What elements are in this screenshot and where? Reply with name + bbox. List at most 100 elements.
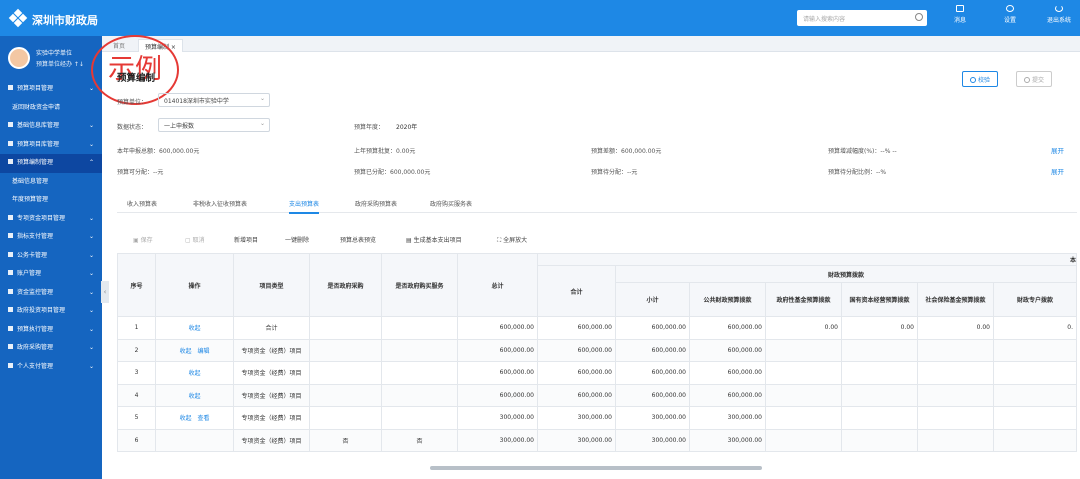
user-role[interactable]: 预算单位经办 ↑↓ [36,59,84,68]
sidebar-item-8[interactable]: 指标支付管理 ⌄ [0,228,102,247]
message-button[interactable]: 消息 [945,5,975,24]
cell-gs [381,383,458,407]
cell-gp [309,406,382,430]
cell-public: 600,000.00 [689,361,766,385]
cell-type: 专项资金（经费）项目 [233,338,310,362]
cell-total: 600,000.00 [457,361,538,385]
cell-seq: 4 [117,383,156,407]
check-icon [970,77,976,83]
row-action-link[interactable]: 查看 [198,415,210,422]
unit-select[interactable]: 014018深圳市实验中学 ⌄ [158,93,270,107]
message-icon [956,5,964,12]
horizontal-scrollbar[interactable] [430,466,762,470]
preview-button[interactable]: 预算总表预览 [340,235,376,244]
cell-total: 300,000.00 [457,406,538,430]
avatar [8,47,30,69]
summary-change-rate: 预算增减幅度(%)：--% -- [828,148,897,155]
settings-button[interactable]: 设置 [995,5,1025,24]
table-row: 3 收起 专项资金（经费）项目 600,000.00 600,000.00 600,000… [117,361,1077,385]
logo-icon [8,8,28,28]
submit-button[interactable]: 提交 [1016,71,1053,87]
save-button[interactable]: ▣ 保存 [133,235,153,244]
budget-subtabs: 收入预算表 非税收入征收预算表 支出预算表 政府采购预算表 政府购买服务表 [117,196,1077,214]
sidebar-item-label: 个人支付管理 [17,362,54,370]
header-gov-service: 是否政府购买服务 [381,253,458,317]
sidebar-item-label: 返回财政资金申请 [12,103,61,111]
cell-social [917,338,994,362]
person-icon [8,362,13,368]
cell-sum: 600,000.00 [537,361,616,385]
fullscreen-button[interactable]: ⛶ 全屏放大 [497,235,527,245]
cell-ops: 收起 编辑 [155,338,234,362]
header-state-capital: 国有资本经营预算拨款 [841,282,918,317]
sidebar-item-6[interactable]: 年度预算管理 [0,191,102,210]
subtab-service[interactable]: 政府购买服务表 [430,199,472,208]
sidebar-item-label: 预算项目库管理 [17,140,60,148]
sidebar-item-9[interactable]: 公务卡管理 ⌄ [0,247,102,266]
sidebar-item-2[interactable]: 基础信息库管理 ⌄ [0,117,102,136]
logout-button[interactable]: 退出系统 [1044,5,1074,24]
document-icon: ▤ [406,237,414,244]
header-fund: 政府性基金预算拨款 [765,282,842,317]
search-icon[interactable] [915,13,923,21]
database-icon [8,122,13,127]
cell-total: 600,000.00 [457,316,538,340]
user-panel[interactable]: 实验中学单位 预算单位经办 ↑↓ [0,36,102,80]
row-action-link[interactable]: 收起 [188,393,200,400]
expand-link[interactable]: 展开 [1051,145,1064,155]
delete-all-button[interactable]: 一键删除 [285,235,309,244]
sidebar-item-15[interactable]: 个人支付管理 ⌄ [0,358,102,377]
cell-state: 0.00 [841,316,918,340]
search-placeholder: 请输入搜索内容 [803,16,846,23]
sidebar-collapse-button[interactable]: ‹ [101,281,109,303]
chevron-icon: ⌄ [88,251,94,259]
subtab-procurement[interactable]: 政府采购预算表 [355,199,397,208]
app-title: 深圳市财政局 [32,14,98,27]
cell-fund [765,406,842,430]
row-action-link[interactable]: 收起 [179,348,191,355]
edit-icon [8,159,13,164]
sidebar-item-11[interactable]: 资金监控管理 ⌄ [0,284,102,303]
subtab-expense[interactable]: 支出预算表 [289,199,320,214]
sidebar-item-4[interactable]: 预算编制管理 ⌃ [0,154,102,173]
cell-gs [381,338,458,362]
cell-social [917,406,994,430]
sidebar-item-1[interactable]: 返回财政资金申请 [0,99,102,118]
check-button[interactable]: 校验 [962,71,999,87]
search-input[interactable]: 请输入搜索内容 [797,10,927,26]
cell-state [841,383,918,407]
header-special: 财政专户拨款 [993,282,1077,317]
sidebar-item-10[interactable]: 账户管理 ⌄ [0,265,102,284]
sidebar-item-label: 预算编制管理 [17,159,54,166]
sidebar-item-label: 政府投资项目管理 [17,307,66,314]
header-social: 社会保险基金预算拨款 [917,282,994,317]
subtab-income[interactable]: 收入预算表 [127,199,157,208]
add-project-button[interactable]: 新增项目 [234,235,258,244]
cell-state [841,338,918,362]
sidebar-item-3[interactable]: 预算项目库管理 ⌄ [0,136,102,155]
settings-icon [1006,5,1014,12]
pin-icon [8,233,13,238]
cell-fund [765,361,842,385]
row-action-link[interactable]: 收起 [188,325,200,332]
budget-table: 序号 操作 项目类型 是否政府采购 是否政府购买服务 总计 本 合计 财政预算拨… [117,253,1077,452]
cell-public: 300,000.00 [689,406,766,430]
status-select[interactable]: 一上申报数 ⌄ [158,118,270,132]
sidebar-item-7[interactable]: 专项资金项目管理 ⌄ [0,210,102,229]
cell-social: 0.00 [917,316,994,340]
expand-link-2[interactable]: 展开 [1051,166,1064,176]
sidebar-item-13[interactable]: 预算执行管理 ⌄ [0,321,102,340]
cell-type: 合计 [233,316,310,340]
sidebar-item-0[interactable]: 预算项目管理 ⌄ [0,80,102,99]
row-action-link[interactable]: 收起 [188,370,200,377]
generate-button[interactable]: ▤ 生成基本支出项目 [406,235,462,244]
sidebar-item-12[interactable]: 政府投资项目管理 ⌄ [0,302,102,321]
sidebar-item-14[interactable]: 政府采购管理 ⌄ [0,339,102,358]
cancel-button[interactable]: ▢ 取消 [185,235,205,244]
row-action-link[interactable]: 收起 [179,415,191,422]
sidebar-item-5[interactable]: 基础信息管理 [0,173,102,192]
sidebar-item-label: 基础信息库管理 [17,122,60,129]
header-seq: 序号 [117,253,156,317]
subtab-nontax[interactable]: 非税收入征收预算表 [193,199,247,208]
row-action-link[interactable]: 编辑 [198,348,210,355]
